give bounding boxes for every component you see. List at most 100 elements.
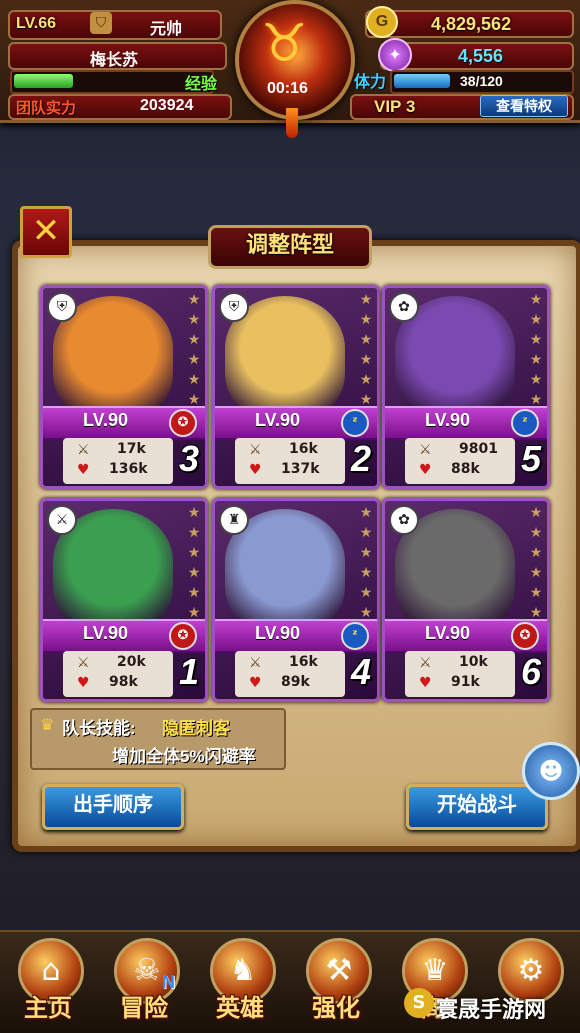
hero-attack: 9801	[459, 441, 498, 457]
vip-level: VIP 3	[374, 97, 416, 116]
hero-stats: ⚔ 20k ♥ 98k	[63, 651, 173, 697]
hero-level-bar: LV.90 ᶻ	[215, 619, 377, 653]
gold-amount: 4,829,562	[431, 14, 512, 34]
sword-icon: ⚔	[77, 442, 90, 458]
paw-icon: ✿	[389, 505, 419, 535]
nav-item[interactable]: ☠ N 冒险	[102, 932, 186, 1032]
player-rank: 元帅	[150, 21, 183, 38]
sword-icon: ⚔	[249, 655, 262, 671]
sword-icon: ⚔	[419, 442, 432, 458]
assistant-float-icon[interactable]: ☻	[522, 742, 580, 800]
paw-icon: ✿	[389, 292, 419, 322]
guild-emblem-icon[interactable]: ♉ 00:16	[235, 0, 355, 120]
formation-slot-number: 2	[350, 438, 371, 479]
hero-level-bar: LV.90 ✪	[43, 406, 205, 440]
nav-label: 主页	[24, 994, 72, 1022]
hero-card[interactable]: ⛨ ★ ★ ★ ★ ★ ★ LV.90 ✪ ⚔ 17k ♥ 136k 3	[40, 285, 208, 489]
crown-icon: ♛	[40, 715, 55, 734]
exp-label: 经验	[185, 76, 218, 93]
heart-icon: ♥	[249, 675, 262, 691]
stamina-value: 38/120	[460, 73, 503, 89]
nav-item[interactable]: ♞ 英雄	[198, 932, 282, 1032]
faction-red-icon: ✪	[169, 622, 197, 650]
formation-slot-number: 5	[520, 438, 541, 479]
panel-title: 调整阵型	[208, 225, 372, 269]
sword-icon: ⚔	[249, 442, 262, 458]
timer: 00:16	[267, 80, 308, 97]
player-level: LV.66	[16, 15, 57, 32]
hero-card[interactable]: ♜ ★ ★ ★ ★ ★ ★ LV.90 ᶻ ⚔ 16k ♥ 89k 4	[212, 498, 380, 702]
hero-level-bar: LV.90 ✪	[385, 619, 547, 653]
faction-red-icon: ✪	[511, 622, 539, 650]
hero-card[interactable]: ⚔ ★ ★ ★ ★ ★ ★ LV.90 ✪ ⚔ 20k ♥ 98k 1	[40, 498, 208, 702]
faction-blue-icon: ᶻ	[341, 409, 369, 437]
faction-red-icon: ✪	[169, 409, 197, 437]
player-name: 梅长苏	[90, 52, 139, 69]
hero-hp: 98k	[109, 674, 138, 690]
leader-skill-box: ♛ 队长技能: 隐匿刺客 增加全体5%闪避率	[30, 708, 286, 770]
nav-label: 英雄	[216, 994, 264, 1022]
hero-card[interactable]: ✿ ★ ★ ★ ★ ★ ★ LV.90 ✪ ⚔ 10k ♥ 91k 6	[382, 498, 550, 702]
exp-bar	[10, 70, 214, 94]
team-power-value: 203924	[140, 97, 194, 114]
hero-level: LV.90	[255, 410, 301, 430]
view-vip-privileges-button[interactable]: 查看特权	[480, 95, 568, 117]
emblem-drip	[286, 108, 298, 138]
hero-attack: 10k	[459, 654, 488, 670]
hero-hp: 88k	[451, 461, 480, 477]
hero-level: LV.90	[255, 623, 301, 643]
top-hud: LV.66 ⛉ 元帅 梅长苏 经验 团队实力 203924 ♉ 00:16 4,…	[0, 0, 580, 138]
hero-attack: 20k	[117, 654, 146, 670]
rank-badge-icon: ⛉	[90, 12, 112, 34]
heart-icon: ♥	[419, 675, 432, 691]
faction-blue-icon: ᶻ	[341, 622, 369, 650]
heart-icon: ♥	[419, 462, 432, 478]
stamina-bar: 38/120	[390, 70, 574, 94]
hero-level-bar: LV.90 ᶻ	[215, 406, 377, 440]
heart-icon: ♥	[249, 462, 262, 478]
attack-order-button[interactable]: 出手顺序	[42, 784, 184, 830]
shield-icon: ⛨	[47, 292, 77, 322]
hero-level-bar: LV.90 ✪	[43, 619, 205, 653]
emblem-glyph-icon: ♉	[261, 14, 308, 74]
close-button[interactable]: ✕	[20, 206, 72, 258]
hero-hp: 89k	[281, 674, 310, 690]
hero-attack: 17k	[117, 441, 146, 457]
swords-icon: ⚔	[47, 505, 77, 535]
hero-level: LV.90	[425, 623, 471, 643]
leader-skill-label: 队长技能:	[62, 719, 136, 738]
formation-slot-number: 3	[178, 438, 199, 479]
hero-hp: 91k	[451, 674, 480, 690]
team-power-label: 团队实力	[16, 100, 77, 117]
hero-attack: 16k	[289, 654, 318, 670]
team-power-plate: 团队实力 203924	[8, 94, 232, 120]
formation-slot-number: 4	[350, 651, 371, 692]
heart-icon: ♥	[77, 462, 90, 478]
hero-card[interactable]: ⛨ ★ ★ ★ ★ ★ ★ LV.90 ᶻ ⚔ 16k ♥ 137k 2	[212, 285, 380, 489]
hero-level: LV.90	[83, 410, 129, 430]
shield-icon: ⛨	[219, 292, 249, 322]
gem-icon: ✦	[378, 38, 412, 72]
watermark-text: 寰晟手游网	[436, 997, 547, 1022]
nav-label: 强化	[312, 994, 360, 1022]
hero-attack: 16k	[289, 441, 318, 457]
name-plate[interactable]: 梅长苏	[8, 42, 227, 70]
hero-stats: ⚔ 17k ♥ 136k	[63, 438, 173, 484]
nav-item[interactable]: ⚒ 强化	[294, 932, 378, 1032]
stamina-bar-fill	[394, 74, 450, 88]
hero-level-bar: LV.90 ᶻ	[385, 406, 547, 440]
start-battle-button[interactable]: 开始战斗	[406, 784, 548, 830]
heart-icon: ♥	[77, 675, 90, 691]
hero-stats: ⚔ 16k ♥ 89k	[235, 651, 345, 697]
nav-item[interactable]: ⌂ 主页	[6, 932, 90, 1032]
sword-icon: ⚔	[77, 655, 90, 671]
hero-level: LV.90	[425, 410, 471, 430]
exp-bar-fill	[14, 74, 73, 88]
nav-label: 冒险	[120, 994, 168, 1022]
formation-slot-number: 1	[178, 651, 199, 692]
hero-card[interactable]: ✿ ★ ★ ★ ★ ★ ★ LV.90 ᶻ ⚔ 9801 ♥ 88k 5	[382, 285, 550, 489]
hero-hp: 137k	[281, 461, 320, 477]
gem-amount: 4,556	[458, 46, 504, 66]
hero-stats: ⚔ 9801 ♥ 88k	[405, 438, 515, 484]
hero-stats: ⚔ 16k ♥ 137k	[235, 438, 345, 484]
